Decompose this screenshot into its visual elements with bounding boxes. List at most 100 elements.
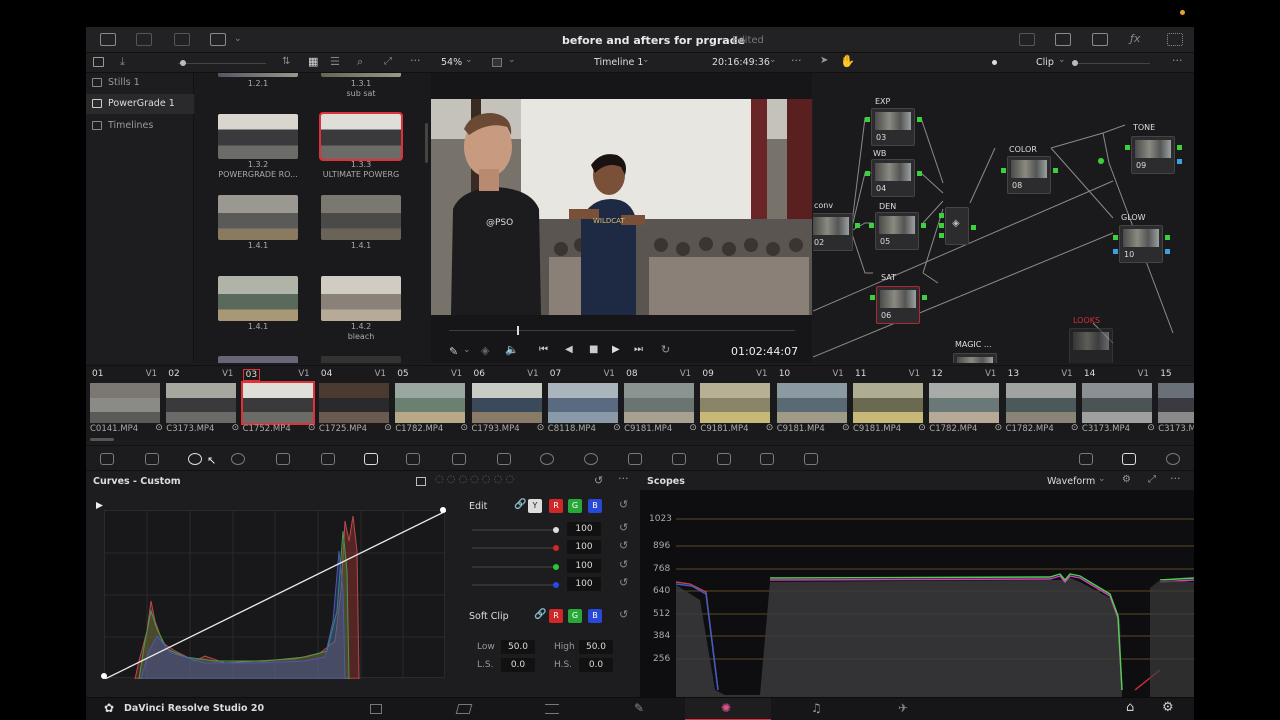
more-options-icon[interactable]: ··· [1170, 472, 1181, 485]
media-pool-icon[interactable] [100, 33, 116, 46]
node-glow[interactable]: 10 [1119, 225, 1163, 263]
more-options-icon[interactable]: ··· [618, 472, 629, 485]
volume-icon[interactable]: 🔈 [505, 343, 519, 356]
timeline-clip[interactable]: 12 V1 ⊙ C1782.MP4 [918, 366, 1002, 440]
clip-thumbnail[interactable] [318, 383, 389, 423]
clip-thumbnail[interactable] [166, 383, 237, 423]
intensity-y-value[interactable]: 100 [567, 522, 601, 536]
node-tone[interactable]: 09 [1131, 136, 1175, 174]
still-thumbnail[interactable] [321, 195, 401, 240]
clip-thumbnail[interactable] [395, 383, 466, 423]
color-warper-icon[interactable] [406, 453, 420, 465]
gallery-icon[interactable] [174, 33, 190, 46]
reset-icon[interactable]: ↺ [619, 558, 628, 571]
window-icon[interactable] [540, 453, 554, 465]
lut-browser-icon[interactable] [210, 33, 226, 46]
node-color[interactable]: 08 [1007, 156, 1051, 194]
timeline-clip[interactable]: 06 V1 ⊙ C1793.MP4 [461, 366, 545, 440]
timeline-name[interactable]: Timeline 1 [594, 57, 643, 68]
pointer-icon[interactable]: ➤ [820, 55, 828, 66]
scope-settings-icon[interactable]: ⚙ [1122, 474, 1131, 485]
still-thumbnail[interactable] [218, 114, 298, 159]
expand-icon[interactable]: ⤢ [1148, 474, 1156, 485]
thumbnail-size-slider[interactable] [178, 60, 266, 66]
hdr-wheels-icon[interactable] [231, 453, 245, 465]
timeline-clip[interactable]: 01 V1 C0141.MP4 [87, 366, 163, 440]
nodes-toggle-icon[interactable] [1092, 33, 1108, 46]
clip-thumbnail[interactable] [1158, 383, 1194, 423]
eyedropper-icon[interactable]: ✎ [449, 345, 458, 358]
node-mode-select[interactable]: Clip [1036, 57, 1054, 68]
camera-raw-icon[interactable] [100, 453, 114, 465]
reset-icon[interactable]: ↺ [619, 498, 628, 511]
chevron-down-icon[interactable]: ⌄ [463, 345, 471, 355]
node-dot-icon[interactable] [992, 60, 997, 65]
intensity-handle-y[interactable] [553, 527, 559, 533]
node-magic[interactable] [953, 353, 997, 363]
fairlight-page-icon[interactable]: ♫ [811, 701, 822, 715]
ls-value[interactable]: 0.0 [501, 658, 535, 672]
curve-graph[interactable] [104, 510, 447, 680]
mixer-icon[interactable] [1055, 33, 1071, 46]
download-icon[interactable]: ⤓ [120, 55, 125, 69]
channel-y-button[interactable]: Y [528, 499, 542, 513]
magic-mask-icon[interactable] [628, 453, 642, 465]
clip-thumbnail[interactable] [547, 383, 618, 423]
still-thumbnail[interactable] [321, 73, 401, 77]
low-value[interactable]: 50.0 [501, 640, 535, 654]
cut-page-icon[interactable] [455, 704, 473, 714]
fusion-page-icon[interactable]: ✎ [634, 701, 644, 715]
sidebar-item-timelines[interactable]: Timelines [86, 116, 194, 136]
timeline-clip[interactable]: 13 V1 ⊙ C1782.MP4 [995, 366, 1079, 440]
timeline-clip[interactable]: 09 V1 ⊙ C9181.MP4 [689, 366, 773, 440]
softclip-b-button[interactable]: B [588, 609, 602, 623]
reset-icon[interactable]: ↺ [619, 539, 628, 552]
chevron-down-icon[interactable]: ⌄ [769, 55, 777, 65]
sort-icon[interactable]: ⇅ [282, 56, 290, 67]
more-options-icon[interactable]: ··· [791, 54, 802, 67]
clip-thumbnail[interactable] [776, 383, 847, 423]
step-back-icon[interactable]: ◀ [565, 344, 573, 355]
sidebar-item-stills[interactable]: Stills 1 [86, 73, 194, 93]
chevron-down-icon[interactable]: ⌄ [1058, 55, 1066, 65]
softclip-r-button[interactable]: R [549, 609, 563, 623]
hs-value[interactable]: 0.0 [579, 658, 613, 672]
still-thumbnail[interactable] [321, 276, 401, 321]
intensity-handle-b[interactable] [553, 582, 559, 588]
reset-icon[interactable]: ↺ [619, 608, 628, 621]
timeline-clip[interactable]: 10 V1 ⊙ C9181.MP4 [766, 366, 850, 440]
intensity-handle-g[interactable] [553, 564, 559, 570]
viewer-mode-icon[interactable] [492, 58, 502, 67]
link-icon[interactable]: 🔗 [514, 499, 526, 510]
chevron-down-icon[interactable]: ⌄ [642, 55, 650, 65]
sizing-icon[interactable] [760, 453, 774, 465]
qualifier-icon[interactable] [452, 453, 466, 465]
clip-thumbnail[interactable] [853, 383, 923, 423]
node-exp[interactable]: 03 [871, 108, 915, 146]
node-den[interactable]: 05 [875, 212, 919, 250]
clip-thumbnail[interactable] [700, 383, 771, 423]
stills-scrollbar[interactable] [425, 123, 428, 163]
timeline-clip[interactable]: 15V1⊙C3173.MP4 [1147, 366, 1194, 440]
chevron-down-icon[interactable]: ⌄ [508, 55, 516, 65]
reset-icon[interactable]: ↺ [619, 521, 628, 534]
primaries-wheels-icon[interactable] [188, 453, 202, 465]
list-view-icon[interactable]: ☰ [330, 55, 340, 68]
scope-type-select[interactable]: Waveform [1047, 476, 1095, 487]
curve-mode-icons[interactable]: ◌◌◌◌◌◌◌ [435, 474, 517, 485]
timeline-clip[interactable]: 03 V1 ⊙ C1752.MP4 [232, 366, 316, 440]
fx-icon[interactable]: ƒx [1130, 32, 1140, 45]
clip-thumbnail[interactable] [1005, 383, 1076, 423]
zoom-level[interactable]: 54% [441, 57, 462, 68]
still-thumbnail[interactable] [218, 195, 298, 240]
softclip-g-button[interactable]: G [568, 609, 582, 623]
timeline-clip[interactable]: 04 V1 ⊙ C1725.MP4 [308, 366, 392, 440]
grid-view-icon[interactable]: ▦ [308, 55, 318, 68]
timeline-scrollbar[interactable] [90, 438, 114, 441]
parallel-node-dot[interactable] [1097, 157, 1105, 165]
still-thumbnail[interactable] [218, 356, 298, 363]
node-conv[interactable]: 02 [813, 213, 853, 251]
chevron-down-icon[interactable]: ⌄ [1098, 474, 1106, 484]
edit-page-icon[interactable] [545, 704, 559, 714]
skip-back-icon[interactable]: ⏮ [539, 344, 548, 355]
